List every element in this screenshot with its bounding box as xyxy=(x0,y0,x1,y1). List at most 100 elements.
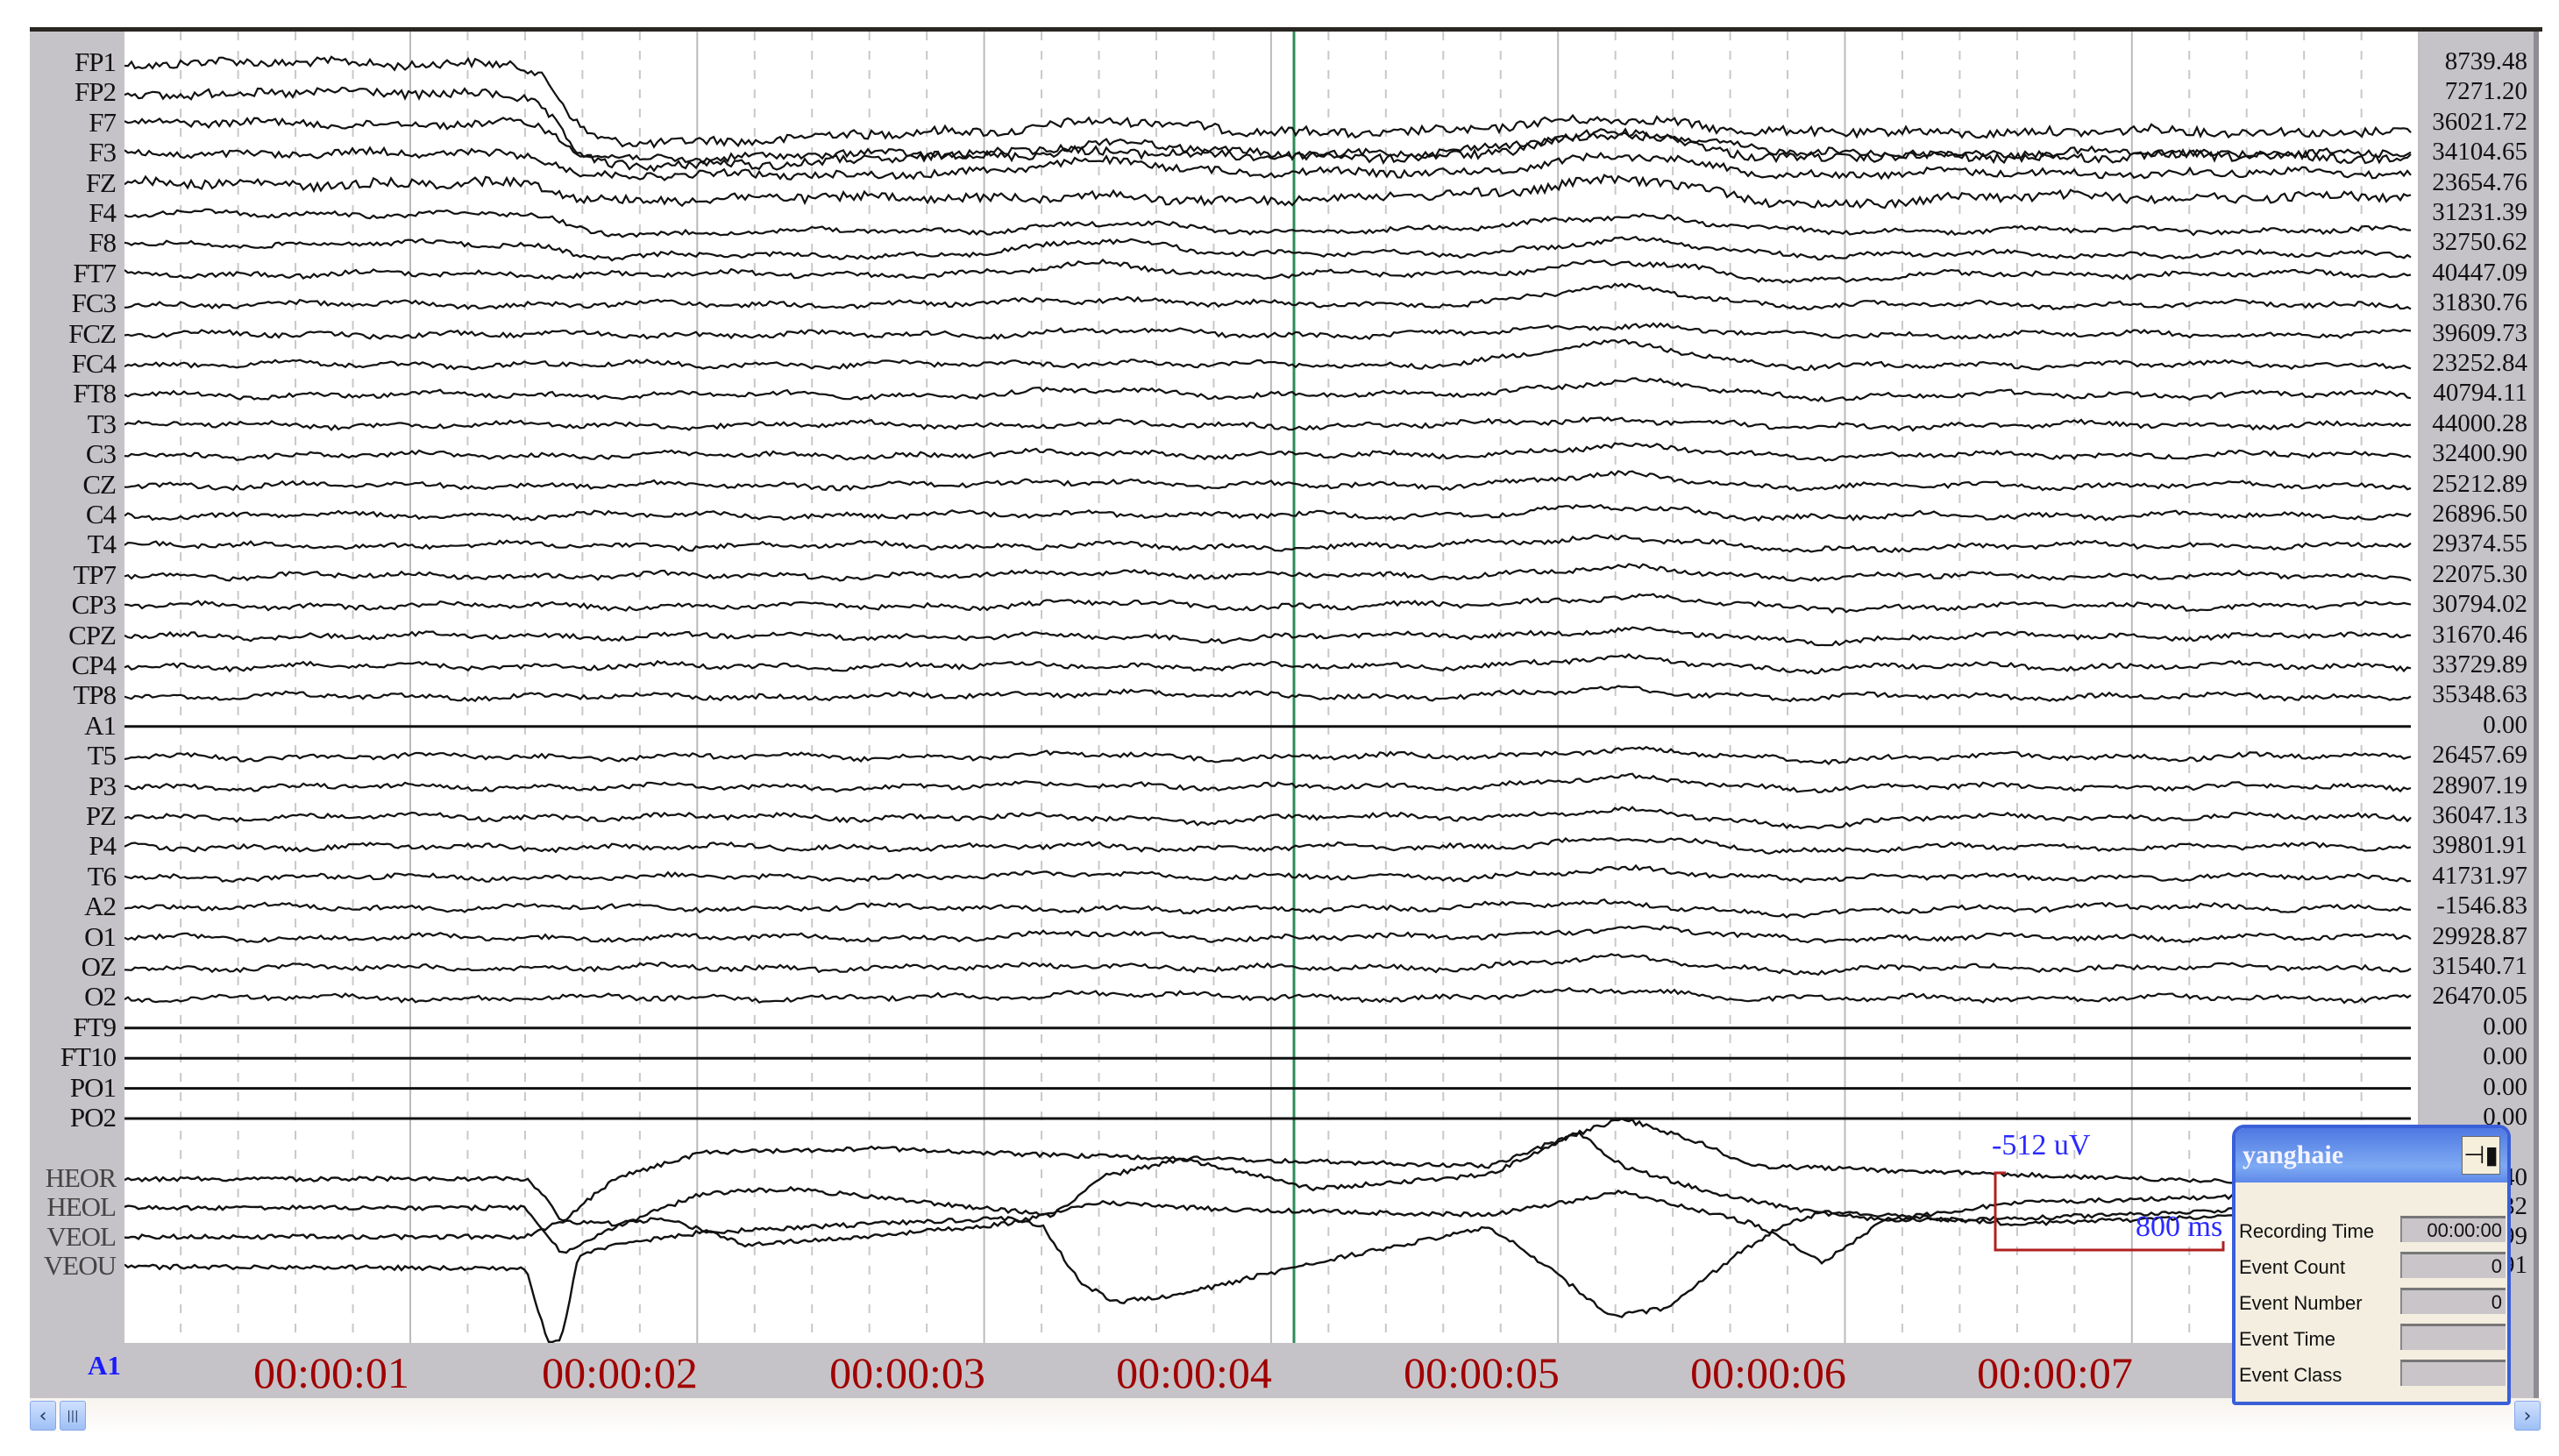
channel-label[interactable]: FT10 xyxy=(60,1043,117,1070)
channel-value: 25212.89 xyxy=(2432,469,2527,498)
channel-label[interactable]: CPZ xyxy=(68,621,117,649)
eog-channel-label[interactable]: VEOU xyxy=(44,1252,117,1279)
channel-value: 39609.73 xyxy=(2432,318,2527,347)
channel-label[interactable]: FT9 xyxy=(73,1013,117,1041)
channel-value: 34104.65 xyxy=(2432,138,2527,167)
channel-label[interactable]: P3 xyxy=(89,772,117,799)
channel-label[interactable]: FT7 xyxy=(73,259,117,287)
channel-label[interactable]: FC4 xyxy=(72,350,117,377)
info-panel: yanghaie ⊣▮ Recording Time 00:00:00 Event … xyxy=(2232,1125,2511,1405)
channel-value: 32400.90 xyxy=(2432,439,2527,468)
channel-label[interactable]: PZ xyxy=(86,802,117,829)
panel-title-bar[interactable]: yanghaie ⊣▮ xyxy=(2236,1128,2507,1183)
calibration-amplitude: -512 uV xyxy=(1992,1129,2091,1161)
channel-label[interactable]: TP8 xyxy=(73,681,117,708)
channel-label[interactable]: OZ xyxy=(82,953,117,980)
channel-value: 36021.72 xyxy=(2432,107,2527,136)
channel-value: 40794.11 xyxy=(2433,379,2527,408)
channel-value: 33729.89 xyxy=(2432,650,2527,678)
time-tick-label: 00:00:06 xyxy=(1690,1348,1846,1397)
channel-value: -1546.83 xyxy=(2436,891,2527,920)
channel-label[interactable]: FCZ xyxy=(68,320,117,347)
channel-value: 40447.09 xyxy=(2432,258,2527,287)
channel-label[interactable]: CP3 xyxy=(72,591,117,618)
channel-label[interactable]: O2 xyxy=(84,983,117,1010)
channel-value: 22075.30 xyxy=(2432,559,2527,588)
channel-label[interactable]: C3 xyxy=(86,440,117,467)
scroll-right-button[interactable]: › xyxy=(2514,1401,2541,1431)
channel-label[interactable]: F7 xyxy=(89,109,117,136)
panel-row: Event Number 0 xyxy=(2239,1288,2507,1318)
panel-row: Event Count 0 xyxy=(2239,1252,2507,1282)
channel-value: 7271.20 xyxy=(2444,77,2527,106)
time-tick-label: 00:00:01 xyxy=(253,1348,409,1397)
channel-label[interactable]: CP4 xyxy=(72,651,117,678)
channel-value: 0.00 xyxy=(2483,1072,2527,1101)
channel-value: 31231.39 xyxy=(2432,198,2527,226)
eog-channel-label[interactable]: HEOL xyxy=(46,1193,117,1220)
channel-label[interactable]: PO1 xyxy=(70,1074,117,1101)
channel-label[interactable]: FZ xyxy=(86,169,117,196)
panel-title: yanghaie xyxy=(2243,1140,2344,1169)
panel-row-label: Event Number xyxy=(2239,1292,2363,1314)
panel-row-value xyxy=(2400,1360,2506,1386)
pin-icon[interactable]: ⊣▮ xyxy=(2462,1136,2500,1175)
scroll-thumb[interactable]: ||| xyxy=(60,1401,86,1431)
panel-row: Recording Time 00:00:00 xyxy=(2239,1216,2507,1246)
time-tick-label: 00:00:04 xyxy=(1116,1348,1272,1397)
channel-value: 35348.63 xyxy=(2432,680,2527,709)
channel-label[interactable]: PO2 xyxy=(70,1104,117,1131)
channel-value: 23252.84 xyxy=(2432,349,2527,377)
panel-row-value xyxy=(2400,1324,2506,1350)
channel-label[interactable]: FT8 xyxy=(73,380,117,407)
channel-value: 44000.28 xyxy=(2432,408,2527,437)
channel-value: 41731.97 xyxy=(2432,861,2527,890)
channel-label[interactable]: F8 xyxy=(89,229,117,256)
panel-row-label: Event Count xyxy=(2239,1256,2346,1278)
channel-label[interactable]: F3 xyxy=(89,138,117,166)
channel-value: 29374.55 xyxy=(2432,529,2527,558)
channel-label[interactable]: FP2 xyxy=(75,78,117,105)
channel-value: 31540.71 xyxy=(2432,952,2527,980)
channel-label[interactable]: T4 xyxy=(88,530,117,558)
eog-channel-label[interactable]: VEOL xyxy=(46,1223,117,1250)
channel-value: 0.00 xyxy=(2483,1042,2527,1071)
channel-value: 39801.91 xyxy=(2432,831,2527,860)
channel-value: 26896.50 xyxy=(2432,500,2527,528)
channel-value: 0.00 xyxy=(2483,710,2527,739)
channel-label[interactable]: T6 xyxy=(88,863,117,890)
panel-row-label: Recording Time xyxy=(2239,1220,2375,1242)
channel-label[interactable]: F4 xyxy=(89,199,117,226)
calibration-duration: 800 ms xyxy=(2136,1211,2223,1243)
eog-channel-label[interactable]: HEOR xyxy=(46,1164,117,1191)
panel-row-value: 00:00:00 xyxy=(2400,1216,2506,1242)
channel-value: 26457.69 xyxy=(2432,741,2527,770)
channel-value: 36047.13 xyxy=(2432,801,2527,829)
channel-label[interactable]: P4 xyxy=(89,832,117,859)
channel-value: 26470.05 xyxy=(2432,982,2527,1011)
reference-label: A1 xyxy=(88,1350,121,1381)
channel-label[interactable]: CZ xyxy=(82,471,117,498)
channel-value: 8739.48 xyxy=(2444,47,2527,75)
channel-label[interactable]: FP1 xyxy=(75,48,117,75)
channel-label[interactable]: A2 xyxy=(84,892,117,920)
panel-row-label: Event Time xyxy=(2239,1328,2336,1350)
channel-value: 29928.87 xyxy=(2432,921,2527,950)
time-tick-label: 00:00:02 xyxy=(542,1348,698,1397)
scroll-left-button[interactable]: ‹ xyxy=(30,1401,56,1431)
channel-value: 23654.76 xyxy=(2432,167,2527,196)
channel-label[interactable]: C4 xyxy=(86,501,117,528)
channel-label[interactable]: T5 xyxy=(88,742,117,769)
channel-label[interactable]: FC3 xyxy=(72,289,117,316)
panel-row-value: 0 xyxy=(2400,1288,2506,1314)
channel-label[interactable]: A1 xyxy=(84,712,117,739)
channel-value: 0.00 xyxy=(2483,1012,2527,1041)
channel-label[interactable]: O1 xyxy=(84,923,117,950)
panel-row-label: Event Class xyxy=(2239,1364,2342,1386)
channel-value: 31830.76 xyxy=(2432,288,2527,317)
channel-label[interactable]: TP7 xyxy=(73,561,117,588)
time-tick-label: 00:00:07 xyxy=(1977,1348,2133,1397)
channel-label[interactable]: T3 xyxy=(88,410,117,437)
horizontal-scrollbar[interactable] xyxy=(30,1398,2542,1433)
channel-value: 30794.02 xyxy=(2432,590,2527,619)
